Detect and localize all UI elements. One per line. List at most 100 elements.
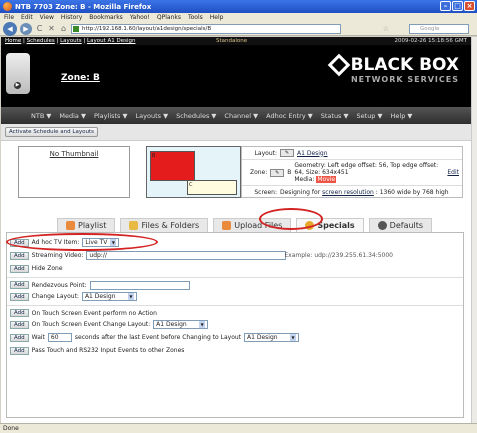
home-link[interactable]: Home bbox=[5, 38, 21, 44]
menu-yahoo[interactable]: Yahoo! bbox=[130, 14, 150, 21]
menu-playlists[interactable]: Playlists ▼ bbox=[94, 112, 128, 120]
maximize-button[interactable]: □ bbox=[452, 1, 463, 11]
menu-media[interactable]: Media ▼ bbox=[59, 112, 86, 120]
zone-c-box[interactable]: C bbox=[187, 180, 237, 195]
url-bar[interactable]: http://192.168.1.60/layout/a1design/spec… bbox=[71, 23, 341, 34]
add-streaming-button[interactable]: Add bbox=[10, 251, 29, 260]
menu-ntb[interactable]: NTB ▼ bbox=[31, 112, 51, 120]
zone-letter: B bbox=[287, 169, 292, 176]
tab-playlist[interactable]: Playlist bbox=[57, 218, 116, 232]
add-touch-no-action-button[interactable]: Add bbox=[10, 309, 29, 317]
nav-toolbar: ◀ ▶ C ✕ ⌂ http://192.168.1.60/layout/a1d… bbox=[0, 21, 477, 36]
rendezvous-input[interactable] bbox=[89, 280, 190, 290]
layout-link[interactable]: A1 Design bbox=[297, 150, 328, 157]
edit-link[interactable]: Edit bbox=[447, 169, 459, 176]
top-strip: Home | Schedules | Layouts | Layout A1 D… bbox=[1, 37, 471, 45]
zone-preview: No Thumbnail B C Layout: ✎ A1 Design Zon… bbox=[1, 141, 471, 206]
add-touch-change-layout-button[interactable]: Add bbox=[10, 320, 29, 329]
page-scrollbar[interactable] bbox=[471, 37, 477, 423]
favicon-icon bbox=[73, 25, 79, 32]
layout-label: Layout: bbox=[254, 149, 277, 157]
wait-description: seconds after the last Event before Chan… bbox=[74, 334, 242, 341]
back-button[interactable]: ◀ bbox=[3, 21, 17, 36]
touch-change-layout-select[interactable]: A1 Design ▼ bbox=[153, 320, 209, 329]
close-button[interactable]: × bbox=[464, 1, 475, 11]
menu-help-main[interactable]: Help ▼ bbox=[391, 112, 413, 120]
menu-qplanks[interactable]: QPlanks bbox=[157, 14, 181, 21]
menu-history[interactable]: History bbox=[61, 14, 82, 21]
menu-bookmarks[interactable]: Bookmarks bbox=[89, 14, 123, 21]
add-pass-touch-button[interactable]: Add bbox=[10, 346, 29, 355]
playlist-icon bbox=[66, 221, 75, 230]
specials-panel: Add Ad hoc TV Item: Live TV ▼ Add Streami… bbox=[6, 232, 464, 418]
window-titlebar: NTB 7703 Zone: B - Mozilla Firefox – □ × bbox=[0, 0, 477, 13]
screen-text-pre: Designing for bbox=[280, 188, 321, 196]
zone-b-box[interactable]: B bbox=[150, 151, 195, 181]
menu-edit[interactable]: Edit bbox=[21, 14, 33, 21]
zone-edit-icon[interactable]: ✎ bbox=[270, 168, 285, 177]
zone-label: Zone: bbox=[249, 169, 268, 176]
menu-bar: File Edit View History Bookmarks Yahoo! … bbox=[0, 13, 477, 22]
zone-title[interactable]: Zone: B bbox=[61, 73, 100, 83]
streaming-input[interactable]: udp:// bbox=[86, 251, 287, 260]
change-layout-select[interactable]: A1 Design ▼ bbox=[81, 292, 137, 301]
menu-channel[interactable]: Channel ▼ bbox=[224, 112, 258, 120]
zone-geometry: Geometry: Left edge offset: 56, Top edge… bbox=[294, 162, 439, 176]
chevron-down-icon: ▼ bbox=[290, 334, 297, 341]
search-input[interactable]: Google bbox=[409, 23, 469, 34]
specials-highlight-oval bbox=[259, 208, 323, 230]
menu-view[interactable]: View bbox=[40, 14, 54, 21]
url-text: http://192.168.1.60/layout/a1design/spec… bbox=[82, 25, 212, 32]
menu-status[interactable]: Status ▼ bbox=[321, 112, 349, 120]
thumbnail: No Thumbnail bbox=[18, 146, 130, 198]
play-icon[interactable]: ▶ bbox=[14, 82, 21, 89]
firefox-icon bbox=[3, 2, 12, 11]
add-change-layout-button[interactable]: Add bbox=[10, 292, 29, 301]
menu-file[interactable]: File bbox=[4, 14, 14, 21]
reload-icon[interactable]: C bbox=[35, 24, 44, 33]
screen-text-post: : 1360 wide by 768 high bbox=[375, 188, 449, 196]
forward-button[interactable]: ▶ bbox=[20, 22, 32, 35]
menu-schedules[interactable]: Schedules ▼ bbox=[176, 112, 216, 120]
clock: 2009-02-26 15:18:56 GMT bbox=[394, 38, 467, 44]
chevron-down-icon: ▼ bbox=[127, 293, 134, 300]
tab-files-folders[interactable]: Files & Folders bbox=[120, 218, 209, 232]
action-bar: Activate Schedule and Layouts bbox=[1, 124, 471, 141]
streaming-label: Streaming Video: bbox=[31, 252, 84, 259]
stop-icon[interactable]: ✕ bbox=[47, 24, 56, 33]
layout-edit-icon[interactable]: ✎ bbox=[280, 149, 294, 157]
hide-zone-label: Hide Zone bbox=[31, 265, 63, 272]
add-hide-zone-button[interactable]: Add bbox=[10, 264, 29, 273]
minimize-button[interactable]: – bbox=[440, 1, 451, 11]
main-menu: NTB ▼ Media ▼ Playlists ▼ Layouts ▼ Sche… bbox=[1, 107, 471, 124]
screen-resolution-link[interactable]: screen resolution bbox=[322, 189, 374, 196]
zone-info-table: Layout: ✎ A1 Design Zone: ✎ B Geometry: … bbox=[241, 146, 463, 198]
layouts-link[interactable]: Layouts bbox=[60, 38, 82, 44]
rendezvous-label: Rendezvous Point: bbox=[31, 281, 87, 289]
logo-diamond-icon bbox=[327, 53, 350, 77]
wait-input[interactable]: 60 bbox=[47, 333, 72, 342]
add-wait-button[interactable]: Add bbox=[10, 333, 29, 342]
mode-label: Standalone bbox=[216, 38, 248, 44]
menu-tools[interactable]: Tools bbox=[188, 14, 203, 21]
bookmark-star-icon[interactable]: ☆ bbox=[383, 25, 389, 33]
home-icon[interactable]: ⌂ bbox=[59, 24, 68, 33]
menu-setup[interactable]: Setup ▼ bbox=[357, 112, 383, 120]
folder-icon bbox=[129, 221, 139, 230]
activate-schedule-button[interactable]: Activate Schedule and Layouts bbox=[5, 127, 98, 137]
menu-layouts[interactable]: Layouts ▼ bbox=[136, 112, 169, 120]
tab-defaults[interactable]: Defaults bbox=[368, 218, 433, 232]
menu-help[interactable]: Help bbox=[210, 14, 224, 21]
add-rendezvous-button[interactable]: Add bbox=[10, 281, 29, 289]
page-header: ▶ Zone: B BLACK BOX NETWORK SERVICES bbox=[1, 45, 471, 107]
wait-label: Wait bbox=[31, 334, 45, 341]
zone-tab-handle[interactable]: ▶ bbox=[6, 53, 30, 94]
menu-adhoc-entry[interactable]: Adhoc Entry ▼ bbox=[266, 112, 313, 120]
wait-layout-select[interactable]: A1 Design ▼ bbox=[244, 333, 300, 342]
change-layout-label: Change Layout: bbox=[31, 293, 79, 300]
layout-name-link[interactable]: Layout A1 Design bbox=[87, 38, 135, 44]
upload-icon bbox=[222, 221, 232, 230]
schedules-link[interactable]: Schedules bbox=[27, 38, 55, 44]
tab-bar: Playlist Files & Folders Upload Files Sp… bbox=[1, 212, 471, 232]
touch-change-layout-label: On Touch Screen Event Change Layout: bbox=[31, 321, 151, 328]
